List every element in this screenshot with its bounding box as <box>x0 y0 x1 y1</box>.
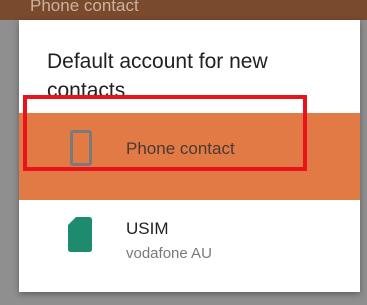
account-option-usim[interactable]: USIM vodafone AU <box>19 200 360 292</box>
dialog-title: Default account for new contacts <box>47 50 268 102</box>
account-option-phone-contact[interactable]: Phone contact <box>19 113 360 200</box>
background-header-text: Phone contact <box>30 0 139 15</box>
account-option-subtitle: vodafone AU <box>126 245 212 262</box>
account-option-label: USIM <box>126 219 169 238</box>
account-option-label: Phone contact <box>126 139 235 158</box>
sim-card-icon <box>68 217 92 252</box>
default-account-dialog: Default account for new contacts Phone c… <box>19 20 360 292</box>
background-app-header: Phone contact <box>0 0 367 20</box>
phone-icon <box>70 130 92 166</box>
